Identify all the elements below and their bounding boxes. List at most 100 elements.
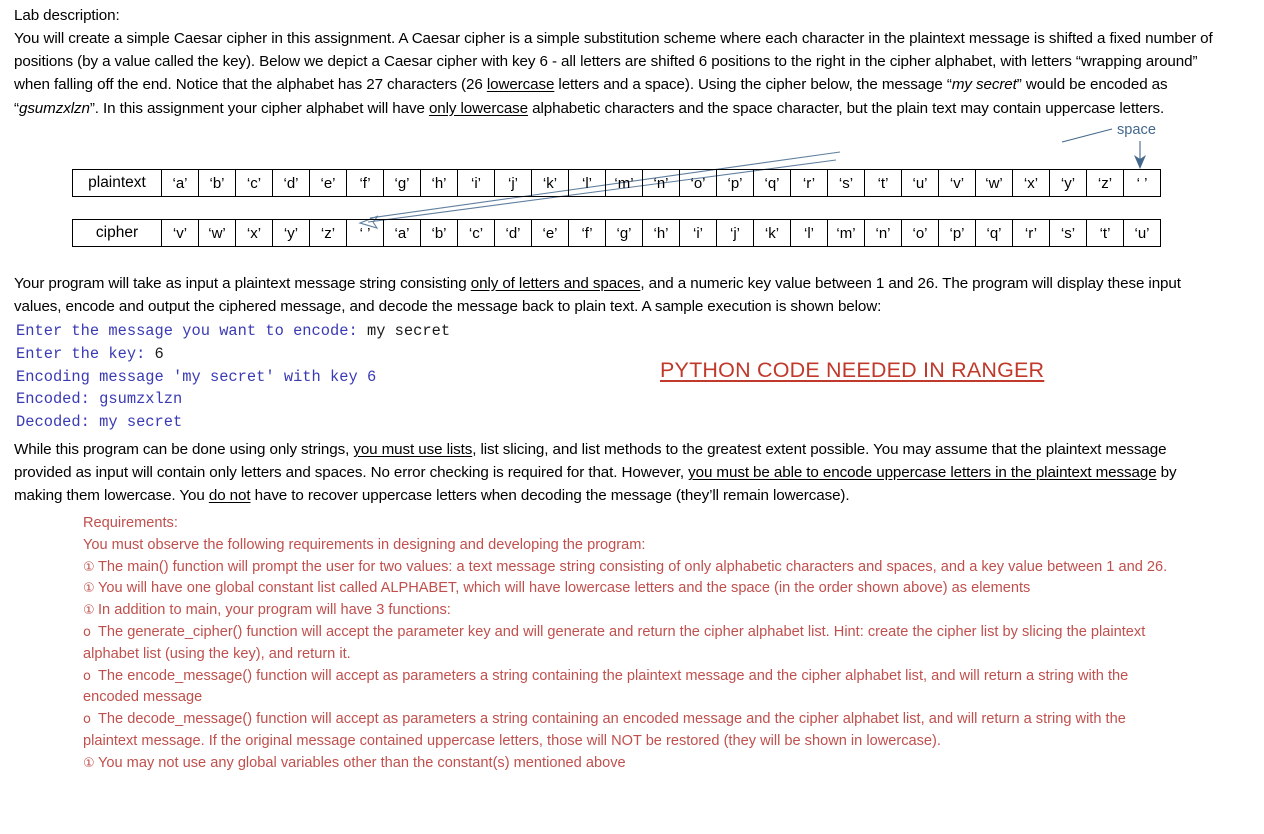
intro-paragraph: You will create a simple Caesar cipher i… xyxy=(14,27,1229,120)
plaintext-cell-3: ‘d’ xyxy=(272,169,310,197)
lists-underline-must-use-lists: you must use lists xyxy=(353,441,473,458)
console-line-2: Encoding message 'my secret' with key 6 xyxy=(16,366,450,389)
lists-paragraph: While this program can be done using onl… xyxy=(14,438,1224,508)
cipher-cell-2: ‘x’ xyxy=(235,219,273,247)
plaintext-cell-4: ‘e’ xyxy=(309,169,347,197)
cipher-cell-3: ‘y’ xyxy=(272,219,310,247)
lab-description-label: Lab description: xyxy=(14,4,414,27)
plaintext-cell-10: ‘k’ xyxy=(531,169,569,197)
clock-bullet-icon: ① xyxy=(83,559,95,575)
plaintext-cell-14: ‘o’ xyxy=(679,169,717,197)
requirement-text-0: The main() function will prompt the user… xyxy=(98,558,1168,575)
requirement-item-4: o The encode_message() function will acce… xyxy=(83,666,1183,710)
plaintext-cell-13: ‘n’ xyxy=(642,169,680,197)
plaintext-cell-12: ‘m’ xyxy=(605,169,643,197)
plaintext-cell-16: ‘q’ xyxy=(753,169,791,197)
intro-segment-4: ”. In this assignment your cipher alphab… xyxy=(89,99,429,117)
cipher-cell-1: ‘w’ xyxy=(198,219,236,247)
cipher-cell-23: ‘r’ xyxy=(1012,219,1050,247)
intro-italic-gsumzxlzn: gsumzxlzn xyxy=(18,99,90,117)
plaintext-cell-9: ‘j’ xyxy=(494,169,532,197)
cipher-cell-4: ‘z’ xyxy=(309,219,347,247)
plaintext-cell-21: ‘v’ xyxy=(938,169,976,197)
cipher-cell-16: ‘k’ xyxy=(753,219,791,247)
console-input-1: 6 xyxy=(154,344,164,363)
cipher-cell-22: ‘q’ xyxy=(975,219,1013,247)
cipher-cell-24: ‘s’ xyxy=(1049,219,1087,247)
requirement-text-4: The encode_message() function will accep… xyxy=(83,667,1129,706)
plaintext-cell-7: ‘h’ xyxy=(420,169,458,197)
cipher-cell-26: ‘u’ xyxy=(1123,219,1161,247)
requirement-item-6: ① You may not use any global variables ot… xyxy=(83,753,1183,775)
intro-underline-only-lowercase: only lowercase xyxy=(428,99,529,117)
requirement-text-6: You may not use any global variables oth… xyxy=(98,754,626,771)
plaintext-cell-11: ‘l’ xyxy=(568,169,606,197)
console-line-3: Encoded: gsumzxlzn xyxy=(16,388,450,411)
plaintext-cell-24: ‘y’ xyxy=(1049,169,1087,197)
requirement-text-5: The decode_message() function will accep… xyxy=(83,711,1126,749)
intro-segment-2: letters and a space). Using the cipher b… xyxy=(554,76,952,94)
plaintext-cell-18: ‘s’ xyxy=(827,169,865,197)
space-leader-line xyxy=(1061,128,1113,143)
clock-bullet-icon: ① xyxy=(83,581,95,597)
plaintext-cell-6: ‘g’ xyxy=(383,169,421,197)
plaintext-cell-25: ‘z’ xyxy=(1086,169,1124,197)
lists-underline-do-not: do not xyxy=(208,487,251,505)
cipher-cell-21: ‘p’ xyxy=(938,219,976,247)
sample-execution-console: Enter the message you want to encode: my… xyxy=(16,320,450,434)
console-line-0: Enter the message you want to encode: my… xyxy=(16,320,450,343)
input-underline-letters-spaces: only of letters and spaces xyxy=(470,275,641,292)
plaintext-row-label: plaintext xyxy=(72,169,162,197)
requirement-item-3: o The generate_cipher() function will acc… xyxy=(83,622,1183,666)
cipher-cell-11: ‘f’ xyxy=(568,219,606,247)
cipher-cell-5: ‘ ’ xyxy=(346,219,384,247)
cipher-cell-0: ‘v’ xyxy=(161,219,199,247)
cipher-cell-20: ‘o’ xyxy=(901,219,939,247)
cipher-cell-15: ‘j’ xyxy=(716,219,754,247)
cipher-alphabet-table: cipher ‘v’ ‘w’ ‘x’ ‘y’ ‘z’ ‘ ’ ‘a’ ‘b’ ‘c’ ‘d’ ‘e’… xyxy=(72,219,1161,247)
intro-italic-my-secret: my secret xyxy=(951,76,1017,94)
input-paragraph: Your program will take as input a plaint… xyxy=(14,272,1214,318)
plaintext-cell-8: ‘i’ xyxy=(457,169,495,197)
console-prompt-0: Enter the message you want to encode: xyxy=(16,322,367,340)
requirements-heading: Requirements: xyxy=(83,515,178,531)
requirement-text-3: The generate_cipher() function will acce… xyxy=(83,623,1146,662)
document-page: Lab description: You will create a simpl… xyxy=(0,0,1264,834)
cipher-cell-14: ‘i’ xyxy=(679,219,717,247)
plaintext-row: plaintext ‘a’ ‘b’ ‘c’ ‘d’ ‘e’ ‘f’ ‘g’ ‘h’ ‘i’ ‘j’… xyxy=(72,169,1161,197)
cipher-cell-6: ‘a’ xyxy=(383,219,421,247)
sub-bullet-icon: o xyxy=(83,624,91,640)
cipher-cell-13: ‘h’ xyxy=(642,219,680,247)
plaintext-cell-26: ‘ ’ xyxy=(1123,169,1161,197)
cipher-cell-7: ‘b’ xyxy=(420,219,458,247)
cipher-cell-25: ‘t’ xyxy=(1086,219,1124,247)
lists-underline-encode-uppercase: you must be able to encode uppercase let… xyxy=(688,464,1157,482)
lists-segment-4: have to recover uppercase letters when d… xyxy=(250,487,850,505)
plaintext-cell-19: ‘t’ xyxy=(864,169,902,197)
space-annotation-label: space xyxy=(1117,122,1156,138)
space-down-arrow-head xyxy=(1134,155,1146,169)
clock-bullet-icon: ① xyxy=(83,755,95,771)
plaintext-cell-22: ‘w’ xyxy=(975,169,1013,197)
intro-segment-5: alphabetic characters and the space char… xyxy=(528,99,1165,117)
plaintext-cell-17: ‘r’ xyxy=(790,169,828,197)
requirement-text-1: You will have one global constant list c… xyxy=(98,580,1031,597)
requirement-text-2: In addition to main, your program will h… xyxy=(98,602,451,619)
sub-bullet-icon: o xyxy=(83,668,91,684)
console-prompt-1: Enter the key: xyxy=(16,344,155,363)
plaintext-alphabet-table: plaintext ‘a’ ‘b’ ‘c’ ‘d’ ‘e’ ‘f’ ‘g’ ‘h’ ‘i’ ‘j’… xyxy=(72,169,1161,197)
cipher-row-label: cipher xyxy=(72,219,162,247)
plaintext-cell-23: ‘x’ xyxy=(1012,169,1050,197)
console-prompt-2: Encoding message 'my secret' with key 6 xyxy=(16,367,377,386)
requirement-item-2: ① In addition to main, your program will … xyxy=(83,600,1183,622)
plaintext-cell-0: ‘a’ xyxy=(161,169,199,197)
requirement-item-0: ① The main() function will prompt the use… xyxy=(83,557,1183,579)
cipher-cell-18: ‘m’ xyxy=(827,219,865,247)
sub-bullet-icon: o xyxy=(83,712,91,728)
console-input-0: my secret xyxy=(366,322,451,340)
intro-underline-lowercase: lowercase xyxy=(486,76,555,94)
requirement-item-1: ① You will have one global constant list … xyxy=(83,578,1183,600)
requirements-block: Requirements: You must observe the follow… xyxy=(83,513,1183,775)
console-prompt-3: Encoded: gsumzxlzn xyxy=(16,390,183,409)
cipher-row: cipher ‘v’ ‘w’ ‘x’ ‘y’ ‘z’ ‘ ’ ‘a’ ‘b’ ‘c’ ‘d’ ‘e’… xyxy=(72,219,1161,247)
